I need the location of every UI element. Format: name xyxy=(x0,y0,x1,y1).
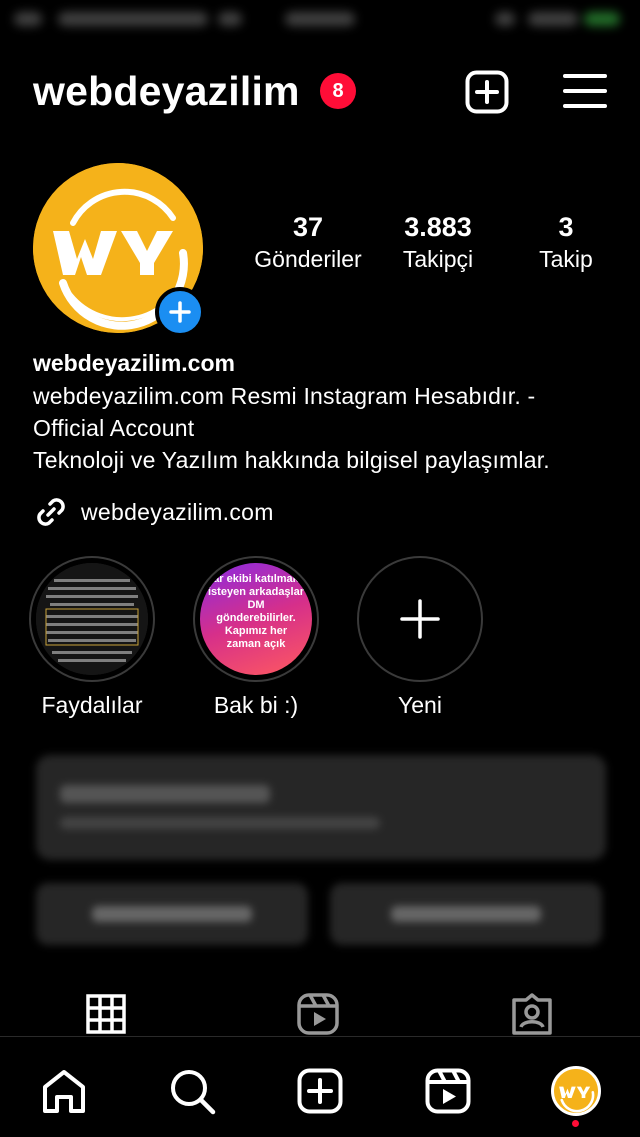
highlight-bak-bi[interactable]: ar ekibi katılmak isteyen arkadaşlar DM … xyxy=(192,556,320,719)
highlight-new[interactable]: Yeni xyxy=(356,556,484,719)
stat-followers-value: 3.883 xyxy=(404,212,472,242)
bio-display-name: webdeyazilim.com xyxy=(33,350,235,376)
reels-icon xyxy=(297,993,339,1035)
bottom-nav-bar xyxy=(0,1036,640,1137)
highlight-faydalilar[interactable]: Faydalılar xyxy=(28,556,156,719)
tab-tagged[interactable] xyxy=(508,992,556,1036)
search-icon xyxy=(171,1070,216,1115)
highlight-preview-image xyxy=(36,563,148,675)
new-post-icon xyxy=(465,70,509,114)
highlight-label: Yeni xyxy=(398,692,442,718)
add-story-button[interactable] xyxy=(155,287,205,337)
grid-icon xyxy=(86,994,126,1034)
brand-logo-icon xyxy=(554,1069,598,1113)
share-profile-button[interactable] xyxy=(330,883,602,945)
stat-followers-label: Takipçi xyxy=(402,246,474,272)
edit-profile-button[interactable] xyxy=(36,883,308,945)
profile-avatar xyxy=(551,1066,601,1116)
stat-posts-value: 37 xyxy=(292,212,324,242)
nav-profile[interactable] xyxy=(548,1063,604,1119)
bio-line: Official Account xyxy=(33,415,195,441)
stat-followers[interactable]: 3.883 Takipçi xyxy=(388,210,488,274)
highlight-ring: ar ekibi katılmak isteyen arkadaşlar DM … xyxy=(193,556,319,682)
nav-create[interactable] xyxy=(292,1063,348,1119)
nav-home[interactable] xyxy=(36,1063,92,1119)
reels-icon xyxy=(425,1068,471,1114)
bio-line: Teknoloji ve Yazılım hakkında bilgisel p… xyxy=(33,447,550,473)
new-post-button[interactable] xyxy=(465,70,509,114)
menu-button[interactable] xyxy=(563,70,607,114)
home-icon xyxy=(43,1070,85,1113)
link-icon xyxy=(37,498,65,526)
highlight-label: Faydalılar xyxy=(41,692,143,718)
notification-badge[interactable]: 8 xyxy=(320,73,356,109)
stat-posts-label: Gönderiler xyxy=(254,246,362,272)
tab-grid[interactable] xyxy=(82,992,130,1036)
stat-posts[interactable]: 37 Gönderiler xyxy=(248,210,368,274)
bio-line: webdeyazilim.com Resmi Instagram Hesabıd… xyxy=(33,383,536,409)
highlight-thumbnail xyxy=(36,563,148,675)
stat-following-label: Takip xyxy=(539,246,593,272)
bio-link[interactable]: webdeyazilim.com xyxy=(33,494,274,530)
nav-reels[interactable] xyxy=(420,1063,476,1119)
create-icon xyxy=(297,1068,343,1114)
plus-icon xyxy=(400,599,440,639)
highlight-thumbnail: ar ekibi katılmak isteyen arkadaşlar DM … xyxy=(200,563,312,675)
status-bar xyxy=(0,0,640,40)
plus-icon xyxy=(169,301,191,323)
professional-dashboard-card[interactable] xyxy=(36,755,606,860)
highlight-ring xyxy=(29,556,155,682)
profile-username-title[interactable]: webdeyazilim xyxy=(33,68,300,115)
stat-following-value: 3 xyxy=(558,212,574,242)
nav-search[interactable] xyxy=(164,1063,220,1119)
bio-link-text: webdeyazilim.com xyxy=(81,498,274,525)
stat-following[interactable]: 3 Takip xyxy=(526,210,606,274)
menu-icon xyxy=(563,74,607,108)
highlight-preview-text: ar ekibi katılmak isteyen arkadaşlar DM … xyxy=(208,573,305,650)
highlight-label: Bak bi :) xyxy=(213,692,299,718)
highlight-ring xyxy=(357,556,483,682)
notification-dot xyxy=(572,1120,579,1127)
tab-reels[interactable] xyxy=(294,992,342,1036)
tagged-icon xyxy=(512,993,552,1035)
